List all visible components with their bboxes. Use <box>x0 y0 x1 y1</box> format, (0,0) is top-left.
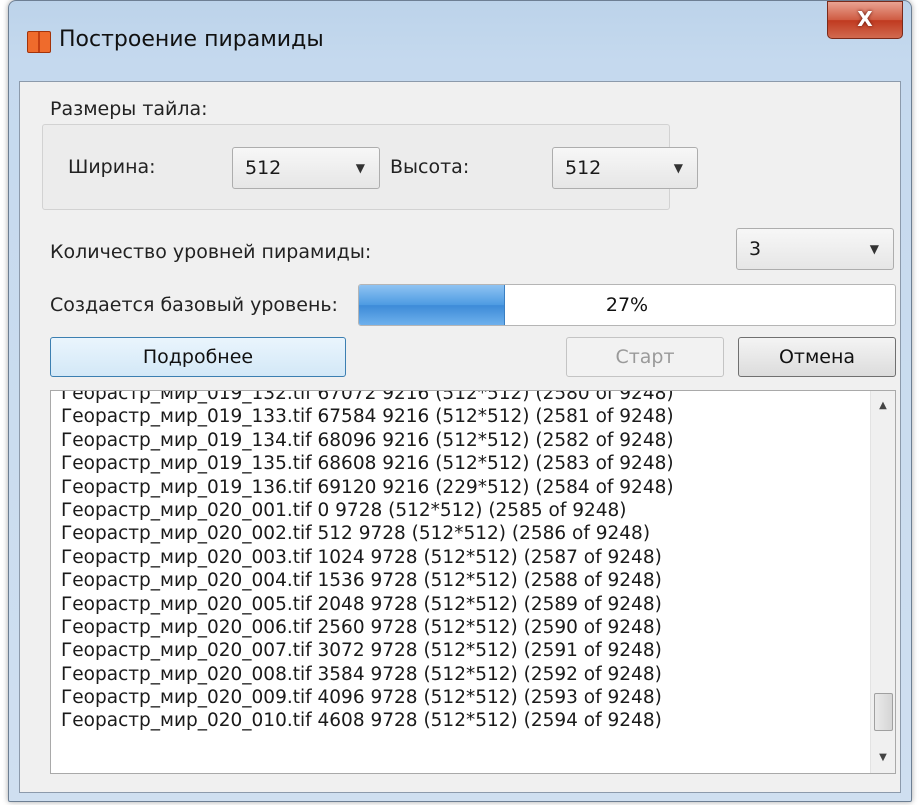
tile-size-label: Размеры тайла: <box>50 98 208 120</box>
width-value: 512 <box>245 157 282 179</box>
book-icon <box>27 31 51 53</box>
log-line: Георастр_мир_020_007.tif 3072 9728 (512*… <box>61 640 662 662</box>
log-line: Георастр_мир_019_136.tif 69120 9216 (229… <box>61 476 674 498</box>
log-line: Георастр_мир_020_003.tif 1024 9728 (512*… <box>61 546 662 568</box>
height-value: 512 <box>565 157 602 179</box>
title-bar[interactable]: Построение пирамиды X <box>9 1 911 79</box>
log-line: Георастр_мир_019_133.tif 67584 9216 (512… <box>61 406 674 428</box>
scroll-up-arrow-icon[interactable]: ▲ <box>871 395 895 417</box>
start-button[interactable]: Старт <box>566 337 724 377</box>
height-select[interactable]: 512 ▼ <box>552 147 698 189</box>
progress-bar: 27% <box>358 284 896 326</box>
log-line: Георастр_мир_020_010.tif 4608 9728 (512*… <box>61 710 662 732</box>
details-button[interactable]: Подробнее <box>50 337 346 377</box>
log-line: Георастр_мир_020_001.tif 0 9728 (512*512… <box>61 499 627 521</box>
log-line: Георастр_мир_020_005.tif 2048 9728 (512*… <box>61 593 662 615</box>
log-line: Георастр_мир_020_004.tif 1536 9728 (512*… <box>61 570 662 592</box>
levels-value: 3 <box>749 238 762 260</box>
chevron-down-icon: ▼ <box>673 161 683 175</box>
cancel-button[interactable]: Отмена <box>738 337 896 377</box>
width-label: Ширина: <box>68 156 156 178</box>
width-select[interactable]: 512 ▼ <box>232 147 380 189</box>
log-line: Георастр_мир_019_132.tif 67072 9216 (512… <box>61 390 674 404</box>
levels-select[interactable]: 3 ▼ <box>736 228 894 270</box>
log-line: Георастр_мир_020_006.tif 2560 9728 (512*… <box>61 616 662 638</box>
log-line: Георастр_мир_020_008.tif 3584 9728 (512*… <box>61 663 662 685</box>
log-line: Георастр_мир_020_002.tif 512 9728 (512*5… <box>61 523 651 545</box>
levels-label: Количество уровней пирамиды: <box>50 241 372 263</box>
close-button[interactable]: X <box>827 1 903 39</box>
log-lines: Георастр_мир_019_132.tif 67072 9216 (512… <box>61 390 865 733</box>
scroll-down-arrow-icon[interactable]: ▼ <box>871 747 895 769</box>
log-list[interactable]: Георастр_мир_019_132.tif 67072 9216 (512… <box>50 390 896 774</box>
window-title: Построение пирамиды <box>59 27 324 52</box>
log-line: Георастр_мир_019_134.tif 68096 9216 (512… <box>61 429 674 451</box>
chevron-down-icon: ▼ <box>869 242 879 256</box>
log-line: Георастр_мир_019_135.tif 68608 9216 (512… <box>61 453 674 475</box>
vertical-scrollbar[interactable]: ▲ ▼ <box>870 391 895 773</box>
progress-label: Создается базовый уровень: <box>50 294 338 316</box>
height-label: Высота: <box>390 156 470 178</box>
progress-percent: 27% <box>605 294 649 316</box>
scrollbar-thumb[interactable] <box>874 693 893 731</box>
chevron-down-icon: ▼ <box>355 161 365 175</box>
log-line: Георастр_мир_020_009.tif 4096 9728 (512*… <box>61 687 662 709</box>
